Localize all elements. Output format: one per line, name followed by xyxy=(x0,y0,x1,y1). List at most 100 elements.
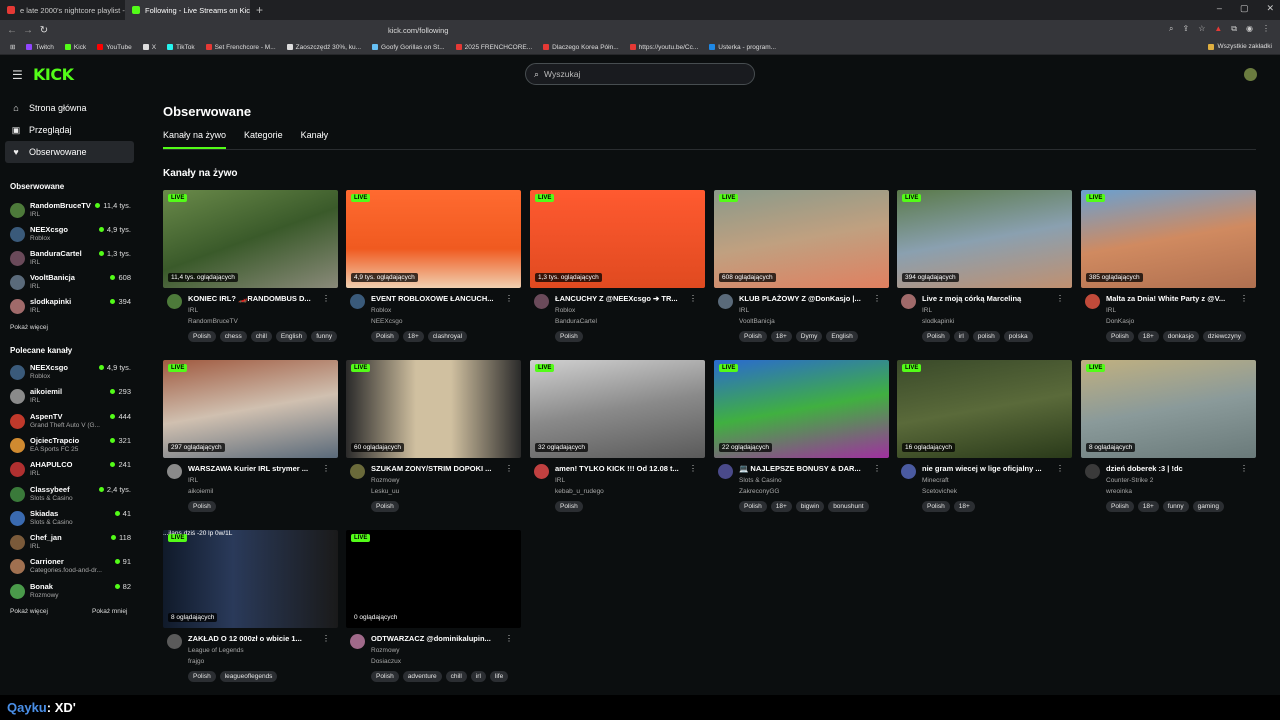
more-options-icon[interactable]: ⋮ xyxy=(322,464,330,473)
more-options-icon[interactable]: ⋮ xyxy=(689,294,697,303)
streamer-avatar[interactable] xyxy=(167,294,182,309)
stream-card[interactable]: LIVE 4,9 tys. oglądających EVENT ROBLOXOWE… xyxy=(346,190,521,350)
apps-grid-icon[interactable]: ⊞ xyxy=(10,43,15,51)
stream-category[interactable]: IRL xyxy=(739,307,749,314)
browser-tab-active[interactable]: Following - Live Streams on Kick ✕ xyxy=(125,0,250,20)
minimize-icon[interactable]: – xyxy=(1217,3,1222,14)
tag-chip[interactable]: dziewczyny xyxy=(1202,331,1247,342)
tag-chip[interactable]: Dymy xyxy=(795,331,823,342)
stream-category[interactable]: Minecraft xyxy=(922,477,949,484)
streamer-avatar[interactable] xyxy=(167,464,182,479)
stream-category[interactable]: Roblox xyxy=(555,307,575,314)
streamer-name[interactable]: DonKasjo xyxy=(1106,318,1134,325)
stream-card[interactable]: LIVE 608 oglądających KLUB PLAŻOWY Z @DonK… xyxy=(714,190,889,350)
stream-card[interactable]: LIVE 16 oglądających nie gram wiecej w lig… xyxy=(897,360,1072,520)
sidebar-channel-row[interactable]: Skiadas Slots & Casino 41 xyxy=(10,508,134,530)
stream-thumbnail[interactable]: LIVE 1,3 tys. oglądających xyxy=(530,190,705,288)
tag-chip[interactable]: Polish xyxy=(371,671,399,682)
bookmark[interactable]: Goofy Gorillas on St... xyxy=(372,44,445,51)
stream-category[interactable]: IRL xyxy=(188,307,198,314)
tag-chip[interactable]: life xyxy=(489,671,509,682)
stream-title[interactable]: Malta za Dnia! White Party z @V... xyxy=(1106,294,1244,303)
show-less-recommended-button[interactable]: Pokaż mniej xyxy=(92,608,127,615)
stream-thumbnail[interactable]: LIVE 16 oglądających xyxy=(897,360,1072,458)
tag-chip[interactable]: bigwin xyxy=(795,501,825,512)
streamer-avatar[interactable] xyxy=(901,294,916,309)
stream-title[interactable]: KLUB PLAŻOWY Z @DonKasjo |... xyxy=(739,294,877,303)
more-options-icon[interactable]: ⋮ xyxy=(322,294,330,303)
more-options-icon[interactable]: ⋮ xyxy=(1056,464,1064,473)
streamer-name[interactable]: ZakreconyGG xyxy=(739,488,779,495)
stream-card[interactable]: LIVE 0 oglądających ODTWARZACZ @dominikalu… xyxy=(346,530,521,690)
share-icon[interactable]: ⇪ xyxy=(1183,24,1190,34)
bookmark[interactable]: https://youtu.be/Cc... xyxy=(629,44,698,51)
stream-category[interactable]: Rozmowy xyxy=(371,477,400,484)
stream-title[interactable]: nie gram wiecej w lige oficjalny ... xyxy=(922,464,1060,473)
extensions-menu-icon[interactable]: ⧉ xyxy=(1231,24,1237,34)
stream-title[interactable]: dzień doberek :3 | !dc xyxy=(1106,464,1244,473)
stream-title[interactable]: KONIEC IRL? 🏎️RANDOMBUS D... xyxy=(188,294,326,303)
streamer-name[interactable]: wreoinka xyxy=(1106,488,1132,495)
kick-logo[interactable]: KICK xyxy=(33,65,74,84)
stream-thumbnail[interactable]: LIVE 22 oglądających xyxy=(714,360,889,458)
tag-chip[interactable]: polish xyxy=(972,331,1000,342)
streamer-name[interactable]: Scetovichek xyxy=(922,488,957,495)
streamer-avatar[interactable] xyxy=(350,464,365,479)
bookmark[interactable]: Set Frenchcore - M... xyxy=(205,44,276,51)
tab-channels[interactable]: Kanały xyxy=(301,130,329,149)
tag-chip[interactable]: gaming xyxy=(1192,501,1224,512)
tag-chip[interactable]: donkasjo xyxy=(1162,331,1199,342)
tag-chip[interactable]: Polish xyxy=(922,331,950,342)
tag-chip[interactable]: 18+ xyxy=(770,331,792,342)
close-window-icon[interactable]: ✕ xyxy=(1266,3,1274,14)
streamer-name[interactable]: VooltBanicja xyxy=(739,318,775,325)
tag-chip[interactable]: Polish xyxy=(371,501,399,512)
tag-chip[interactable]: English xyxy=(275,331,308,342)
tag-chip[interactable]: English xyxy=(826,331,858,342)
browser-tab[interactable]: e late 2000's nightcore playlist - xyxy=(0,0,125,20)
sidebar-channel-row[interactable]: Classybeef Slots & Casino 2,4 tys. xyxy=(10,484,134,506)
stream-thumbnail[interactable]: LIVE 394 oglądających xyxy=(897,190,1072,288)
stream-card[interactable]: LIVE 32 oglądających amen! TYLKO KICK !!! … xyxy=(530,360,705,520)
menu-dots-icon[interactable]: ⋮ xyxy=(1262,24,1270,34)
bookmark[interactable]: X xyxy=(142,44,156,51)
tag-chip[interactable]: Polish xyxy=(555,331,583,342)
sidebar-channel-row[interactable]: AHAPULCO IRL 241 xyxy=(10,459,134,481)
streamer-avatar[interactable] xyxy=(350,294,365,309)
tag-chip[interactable]: chess xyxy=(219,331,247,342)
stream-card[interactable]: LIVE 385 oglądających Malta za Dnia! White… xyxy=(1081,190,1256,350)
stream-thumbnail[interactable]: LIVE 8 oglądających xyxy=(1081,360,1256,458)
extension-icon[interactable]: ▲ xyxy=(1214,24,1222,34)
sidebar-channel-row[interactable]: Bonak Rozmowy 82 xyxy=(10,581,134,603)
tag-chip[interactable]: leagueoflegends xyxy=(219,671,278,682)
tab-live-channels[interactable]: Kanały na żywo xyxy=(163,130,227,149)
tag-chip[interactable]: Polish xyxy=(739,501,767,512)
stream-thumbnail[interactable]: LIVE 608 oglądających xyxy=(714,190,889,288)
stream-title[interactable]: EVENT ROBLOXOWE ŁANCUCH... xyxy=(371,294,509,303)
streamer-name[interactable]: frajgo xyxy=(188,658,204,665)
more-options-icon[interactable]: ⋮ xyxy=(1056,294,1064,303)
bookmark[interactable]: Dlaczego Korea Półn... xyxy=(543,44,619,51)
sidebar-channel-row[interactable]: RandomBruceTV IRL 11,4 tys. xyxy=(10,200,134,222)
tag-chip[interactable]: 18+ xyxy=(1137,331,1159,342)
tag-chip[interactable]: Polish xyxy=(1106,501,1134,512)
more-options-icon[interactable]: ⋮ xyxy=(505,464,513,473)
streamer-avatar[interactable] xyxy=(901,464,916,479)
stream-thumbnail[interactable]: LIVE 297 oglądających xyxy=(163,360,338,458)
tag-chip[interactable]: Polish xyxy=(371,331,399,342)
bookmark[interactable]: 2025 FRENCHCORE... xyxy=(455,44,532,51)
tag-chip[interactable]: 18+ xyxy=(402,331,424,342)
tag-chip[interactable]: adventure xyxy=(402,671,442,682)
stream-thumbnail[interactable]: LIVE 60 oglądających xyxy=(346,360,521,458)
sidebar-item-browse[interactable]: ▣ Przeglądaj xyxy=(5,119,134,141)
stream-title[interactable]: ŁANCUCHY Z @NEEXcsgo ➔ TR... xyxy=(555,294,693,303)
tag-chip[interactable]: Polish xyxy=(188,501,216,512)
tag-chip[interactable]: irl xyxy=(470,671,486,682)
sidebar-channel-row[interactable]: NEEXcsgo Roblox 4,9 tys. xyxy=(10,362,134,384)
tag-chip[interactable]: polska xyxy=(1003,331,1033,342)
tag-chip[interactable]: chill xyxy=(445,671,467,682)
sidebar-channel-row[interactable]: AspenTV Grand Theft Auto V (G... 444 xyxy=(10,411,134,433)
sidebar-channel-row[interactable]: Chef_jan IRL 118 xyxy=(10,532,134,554)
stream-category[interactable]: IRL xyxy=(1106,307,1116,314)
stream-thumbnail[interactable]: ...ilans dziś -20 lp 0w/1L LIVE 8 oglądają… xyxy=(163,530,338,628)
